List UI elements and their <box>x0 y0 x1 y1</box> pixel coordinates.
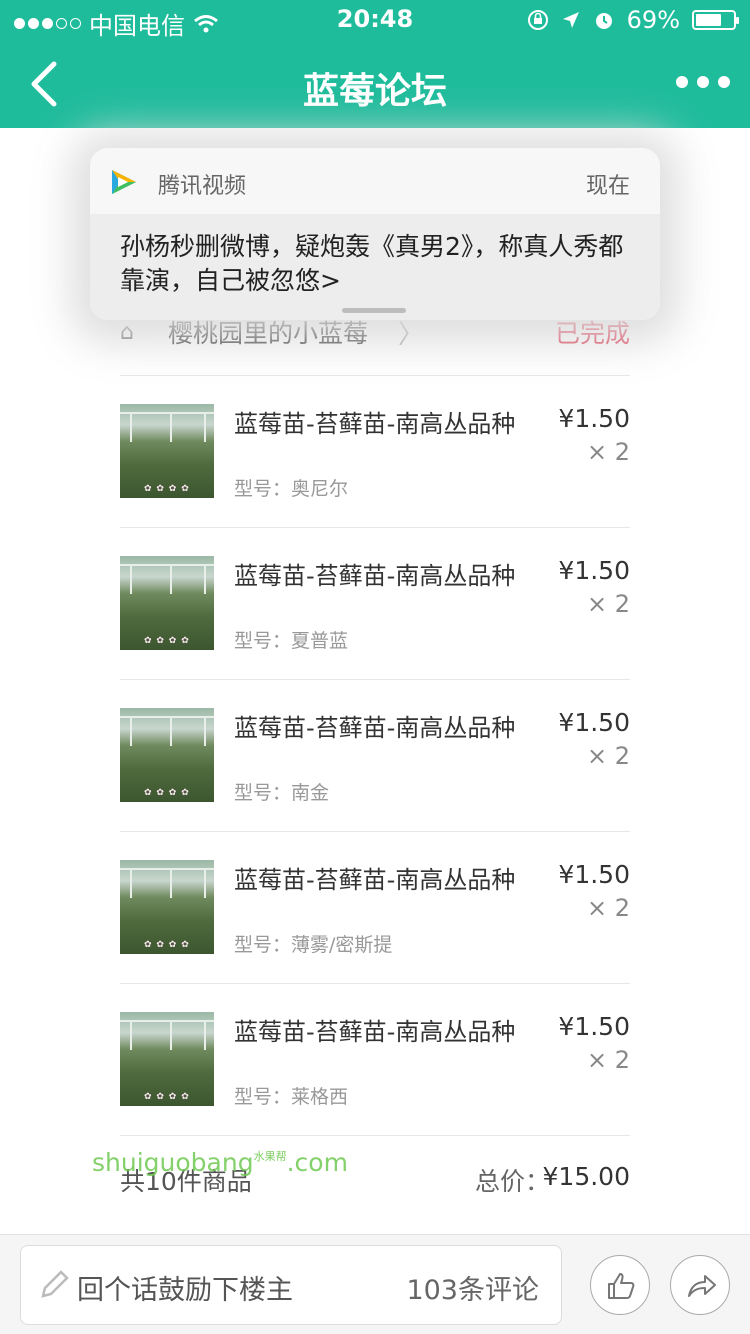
store-icon: ⌂ <box>120 320 134 345</box>
notification-app-name: 腾讯视频 <box>158 174 247 199</box>
comment-input[interactable]: 回个话鼓励下楼主 103条评论 <box>20 1245 562 1325</box>
share-button[interactable] <box>670 1255 730 1315</box>
status-bar: 中国电信 20:48 69% <box>0 0 750 40</box>
order-item[interactable]: ✿ ✿ ✿ ✿ 蓝莓苗-苔藓苗-南高丛品种 型号：莱格西 ¥1.50 × 2 <box>120 984 630 1136</box>
product-spec: 型号：奥尼尔 <box>234 478 349 500</box>
tencent-video-icon <box>112 170 136 194</box>
notification-grabber[interactable] <box>342 308 406 313</box>
product-spec: 型号：南金 <box>234 782 330 804</box>
comment-bar: 回个话鼓励下楼主 103条评论 <box>0 1234 750 1334</box>
watermark-text: shuiguobang <box>92 1148 254 1177</box>
comment-placeholder: 回个话鼓励下楼主 <box>77 1275 293 1306</box>
product-thumbnail: ✿ ✿ ✿ ✿ <box>120 1012 214 1106</box>
location-arrow-icon <box>562 12 579 28</box>
battery-percent: 69% <box>626 6 680 34</box>
product-price: ¥1.50 <box>558 404 630 433</box>
product-spec: 型号：薄雾/密斯提 <box>234 934 393 956</box>
product-qty: × 2 <box>586 438 630 466</box>
order-item[interactable]: ✿ ✿ ✿ ✿ 蓝莓苗-苔藓苗-南高丛品种 型号：夏普蓝 ¥1.50 × 2 <box>120 528 630 680</box>
product-name: 蓝莓苗-苔藓苗-南高丛品种 <box>234 562 516 590</box>
product-price: ¥1.50 <box>558 556 630 585</box>
share-arrow-icon <box>688 1275 716 1297</box>
order-item[interactable]: ✿ ✿ ✿ ✿ 蓝莓苗-苔藓苗-南高丛品种 型号：薄雾/密斯提 ¥1.50 × … <box>120 832 630 984</box>
product-thumbnail: ✿ ✿ ✿ ✿ <box>120 556 214 650</box>
product-price: ¥1.50 <box>558 860 630 889</box>
product-name: 蓝莓苗-苔藓苗-南高丛品种 <box>234 1018 516 1046</box>
page-title: 蓝莓论坛 <box>302 71 447 112</box>
product-qty: × 2 <box>586 590 630 618</box>
watermark-small: 水果帮 <box>253 1150 287 1163</box>
more-dots-icon[interactable] <box>676 76 730 88</box>
order-total-row: 共10件商品 总价： ¥15.00 shuiguobang水果帮.com <box>92 1138 630 1224</box>
product-qty: × 2 <box>586 1046 630 1074</box>
status-right: 69% <box>527 6 739 34</box>
product-thumbnail: ✿ ✿ ✿ ✿ <box>120 708 214 802</box>
nav-bar: 蓝莓论坛 <box>0 40 750 128</box>
order-item[interactable]: ✿ ✿ ✿ ✿ 蓝莓苗-苔藓苗-南高丛品种 型号：南金 ¥1.50 × 2 <box>120 680 630 832</box>
product-price: ¥1.50 <box>558 1012 630 1041</box>
push-notification[interactable]: 腾讯视频 现在 孙杨秒删微博，疑炮轰《真男2》，称真人秀都靠演，自己被忽悠> <box>90 148 660 320</box>
watermark-suffix: .com <box>286 1148 348 1177</box>
rotation-lock-icon <box>527 10 548 30</box>
product-price: ¥1.50 <box>558 708 630 737</box>
notification-message: 孙杨秒删微博，疑炮轰《真男2》，称真人秀都靠演，自己被忽悠> <box>120 232 624 295</box>
product-name: 蓝莓苗-苔藓苗-南高丛品种 <box>234 410 516 438</box>
battery-icon <box>692 10 739 30</box>
total-label: 总价： <box>474 1167 550 1196</box>
notification-header: 腾讯视频 现在 <box>90 148 660 214</box>
notification-time: 现在 <box>585 174 630 199</box>
site-watermark: shuiguobang水果帮.com <box>92 1148 348 1177</box>
like-button[interactable] <box>590 1255 650 1315</box>
comment-count[interactable]: 103条评论 <box>406 1268 539 1307</box>
thumbs-up-icon <box>608 1273 635 1299</box>
product-qty: × 2 <box>586 894 630 922</box>
product-thumbnail: ✿ ✿ ✿ ✿ <box>120 404 214 498</box>
order-item[interactable]: ✿ ✿ ✿ ✿ 蓝莓苗-苔藓苗-南高丛品种 型号：奥尼尔 ¥1.50 × 2 <box>120 376 630 528</box>
product-spec: 型号：莱格西 <box>234 1086 349 1108</box>
product-qty: × 2 <box>586 742 630 770</box>
product-name: 蓝莓苗-苔藓苗-南高丛品种 <box>234 866 516 894</box>
pencil-icon <box>41 1270 69 1298</box>
product-thumbnail: ✿ ✿ ✿ ✿ <box>120 860 214 954</box>
product-spec: 型号：夏普蓝 <box>234 630 349 652</box>
alarm-icon <box>595 13 612 29</box>
total-price: ¥15.00 <box>542 1162 630 1191</box>
product-name: 蓝莓苗-苔藓苗-南高丛品种 <box>234 714 516 742</box>
